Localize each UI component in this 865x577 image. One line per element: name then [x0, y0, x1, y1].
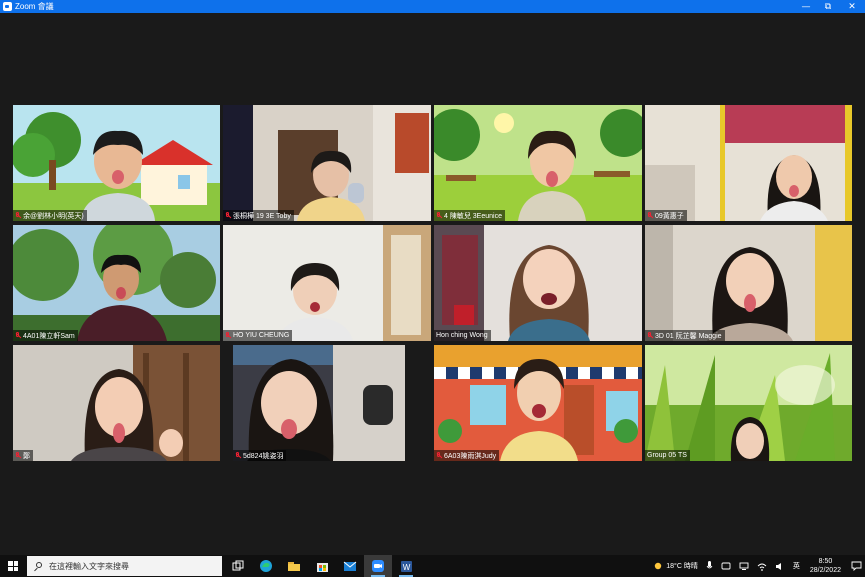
participant-name: Group 05 TS	[647, 452, 687, 459]
mic-muted-icon	[15, 451, 21, 460]
participant-tile[interactable]: 4 陳敏兒 3Eeunice	[434, 105, 642, 221]
participant-tile[interactable]: 3D 01 阮芷馨 Maggie	[645, 225, 852, 341]
participant-tile[interactable]: 09黃惠子	[645, 105, 852, 221]
mic-muted-icon	[225, 211, 231, 220]
participant-name: 4A01陳立軒Sam	[23, 332, 75, 340]
gallery-view: 余@劉林小明(英天) 張桐樺 19 3E Toby 4 陳敏兒 3Eeunice…	[0, 13, 865, 555]
window-title: Zoom 會議	[15, 2, 54, 11]
participant-tile[interactable]: Group 05 TS	[645, 345, 852, 461]
task-view-button[interactable]	[224, 555, 252, 577]
participant-tile[interactable]: HO YIU CHEUNG	[223, 225, 431, 341]
ime-indicator[interactable]: 英	[789, 561, 804, 571]
microphone-tray-icon[interactable]	[702, 561, 717, 571]
word-icon: W	[400, 560, 412, 572]
participant-video	[77, 254, 167, 341]
participant-video	[247, 359, 334, 461]
clock-time: 8:50	[818, 558, 833, 565]
participant-video	[71, 369, 183, 461]
participant-video	[730, 417, 770, 461]
mic-muted-icon	[647, 211, 653, 220]
mic-muted-icon	[436, 451, 442, 460]
participant-name: Hon ching Wong	[436, 332, 488, 339]
participant-name: 5d824姚姿羽	[243, 452, 284, 460]
participant-name: HO YIU CHEUNG	[233, 332, 290, 339]
network-tray-icon[interactable]	[735, 561, 753, 571]
participant-name: 6A03陳雨淇Judy	[444, 452, 497, 460]
close-button[interactable]: ✕	[839, 0, 865, 13]
start-button[interactable]	[0, 555, 26, 577]
edge-icon	[260, 560, 272, 572]
edge-taskbar-button[interactable]	[252, 555, 280, 577]
participant-name: 張桐樺 19 3E Toby	[233, 212, 291, 220]
participant-name: 3D 01 阮芷馨 Maggie	[655, 332, 722, 340]
participant-tile[interactable]: 4A01陳立軒Sam	[13, 225, 220, 341]
svg-text:W: W	[402, 563, 410, 572]
participant-tile[interactable]: 5d824姚姿羽	[233, 345, 405, 461]
zoom-icon	[372, 560, 384, 572]
notification-icon	[851, 561, 861, 571]
participant-video	[81, 130, 155, 221]
notification-center-button[interactable]	[847, 555, 865, 577]
clock-date: 28/2/2022	[809, 567, 841, 574]
minimize-button[interactable]: —	[795, 0, 817, 13]
taskbar: 在這裡輸入文字來搜尋 W 18°C 時晴 英 8:50 28/2/2022	[0, 555, 865, 577]
participant-video	[500, 359, 578, 461]
participant-name: 09黃惠子	[655, 212, 684, 220]
mail-icon	[343, 561, 357, 571]
mic-muted-icon	[235, 451, 241, 460]
participant-name: 余@劉林小明(英天)	[23, 212, 84, 220]
participant-name: 4 陳敏兒 3Eeunice	[444, 212, 502, 220]
zoom-tray-icon[interactable]	[717, 561, 735, 571]
participant-tile[interactable]: 張桐樺 19 3E Toby	[223, 105, 431, 221]
participant-video	[707, 247, 793, 341]
mic-muted-icon	[436, 211, 442, 220]
system-tray: 18°C 時晴 英 8:50 28/2/2022	[649, 555, 865, 577]
participant-tile[interactable]: 余@劉林小明(英天)	[13, 105, 220, 221]
mic-muted-icon	[225, 331, 231, 340]
word-taskbar-button[interactable]: W	[392, 555, 420, 577]
weather-widget[interactable]: 18°C 時晴	[649, 561, 702, 571]
title-bar: Zoom 會議 — ⧉ ✕	[0, 0, 865, 13]
participant-video	[760, 155, 828, 221]
clock[interactable]: 8:50 28/2/2022	[804, 557, 847, 575]
restore-button[interactable]: ⧉	[817, 0, 839, 13]
windows-logo-icon	[8, 561, 18, 571]
participant-video	[508, 245, 590, 341]
participant-name: 鄭	[23, 452, 30, 460]
volume-icon[interactable]	[771, 562, 789, 571]
mail-taskbar-button[interactable]	[336, 555, 364, 577]
participant-tile[interactable]: 鄭	[13, 345, 220, 461]
mic-muted-icon	[15, 211, 21, 220]
mic-muted-icon	[15, 331, 21, 340]
mic-muted-icon	[647, 331, 653, 340]
folder-icon	[288, 562, 300, 571]
participant-video	[277, 263, 353, 341]
zoom-taskbar-button[interactable]	[364, 555, 392, 577]
taskbar-search-box[interactable]: 在這裡輸入文字來搜尋	[27, 556, 222, 576]
store-icon	[316, 562, 328, 572]
participant-video	[518, 130, 586, 221]
participant-tile[interactable]: 6A03陳雨淇Judy	[434, 345, 642, 461]
weather-text: 18°C 時晴	[666, 563, 698, 570]
wifi-icon[interactable]	[753, 562, 771, 571]
search-placeholder: 在這裡輸入文字來搜尋	[49, 561, 129, 571]
weather-sun-icon	[655, 562, 662, 570]
participant-video	[297, 150, 365, 221]
file-explorer-taskbar-button[interactable]	[280, 555, 308, 577]
zoom-logo-icon	[3, 2, 12, 11]
search-icon	[34, 561, 43, 571]
participant-tile-active-speaker[interactable]: Hon ching Wong	[434, 225, 642, 341]
task-view-icon	[232, 560, 244, 571]
store-taskbar-button[interactable]	[308, 555, 336, 577]
